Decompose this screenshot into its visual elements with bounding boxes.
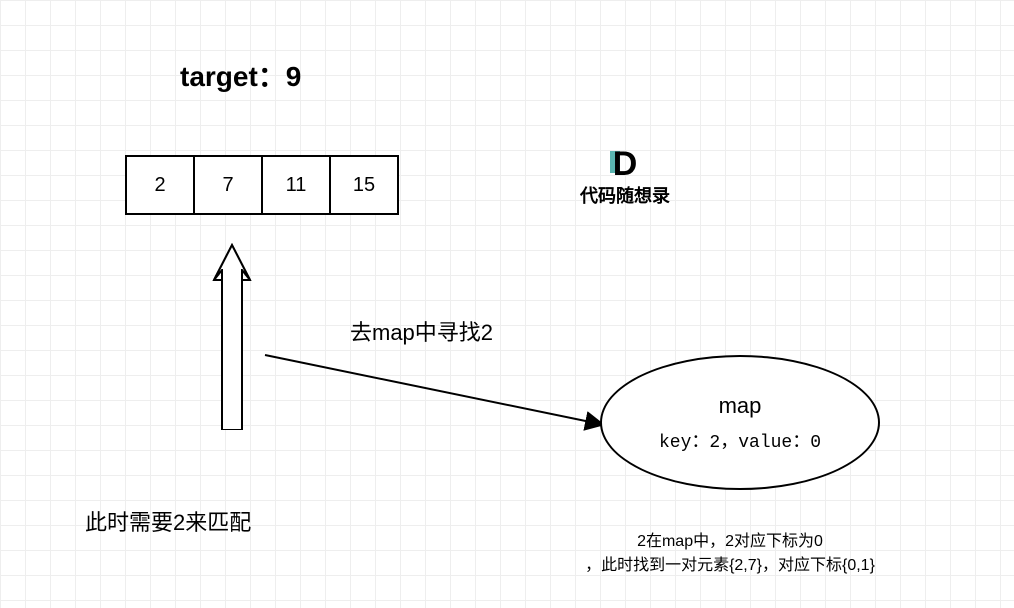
result-line2: ，此时找到一对元素{2,7}，对应下标{0,1}: [585, 557, 875, 574]
array-cell: 7: [193, 155, 263, 215]
target-label: target：9: [180, 55, 301, 95]
arrow-diag-label: 去map中寻找2: [350, 315, 493, 347]
watermark-text: 代码随想录: [580, 182, 670, 208]
array-cell: 11: [261, 155, 331, 215]
diagram-content: target：9 2 7 11 15 去map中寻找2 map key：2，va…: [0, 0, 1014, 608]
watermark-logo-icon: D: [613, 145, 638, 184]
map-ellipse: map key：2，value：0: [600, 355, 880, 490]
watermark: D 代码随想录: [580, 145, 670, 208]
match-label: 此时需要2来匹配: [85, 505, 251, 537]
map-title: map: [719, 393, 762, 419]
result-line1: 2在map中，2对应下标为0: [637, 533, 823, 550]
array-row: 2 7 11 15: [125, 155, 399, 215]
arrow-up-icon: [212, 240, 252, 430]
array-cell: 2: [125, 155, 195, 215]
arrow-diag-icon: [260, 345, 620, 445]
result-text: 2在map中，2对应下标为0 ，此时找到一对元素{2,7}，对应下标{0,1}: [530, 530, 930, 578]
map-kv: key：2，value：0: [659, 427, 821, 453]
array-cell: 15: [329, 155, 399, 215]
